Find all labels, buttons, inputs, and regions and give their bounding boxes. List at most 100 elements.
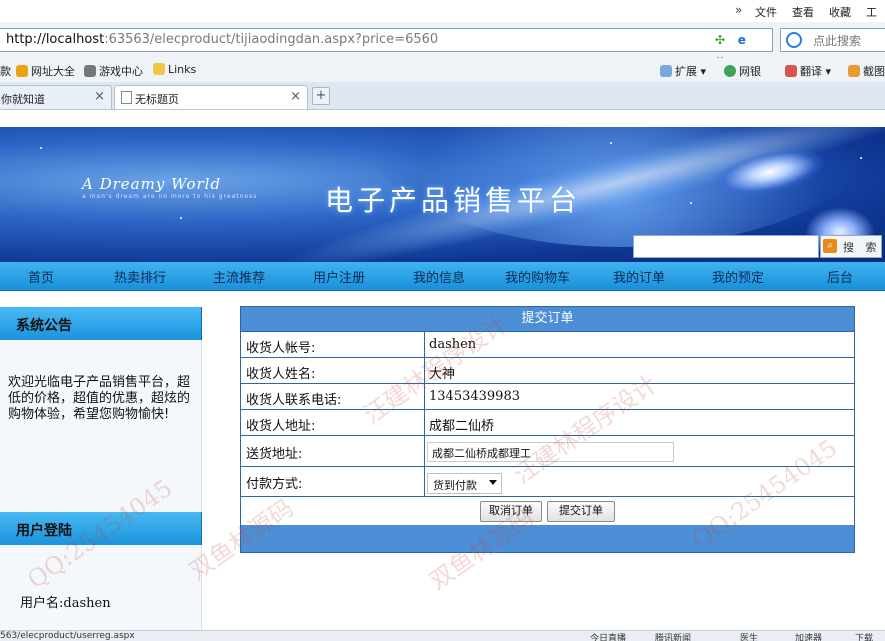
field-label: 付款方式: [246,477,303,492]
tab-untitled[interactable]: 无标题页 × [114,85,308,109]
new-tab-button[interactable]: + [312,87,330,105]
site-banner: A Dreamy World a man's dream are no more… [0,127,885,262]
close-icon[interactable]: × [94,89,105,104]
grid-icon [660,65,672,77]
nav-my-reservations[interactable]: 我的预定 [712,267,764,286]
toolbar-label: 扩展 [675,65,697,78]
field-value-name: 大神 [429,367,456,382]
search-icon [786,32,802,48]
toolbar-label: 网银 [739,65,761,78]
tab-baidu[interactable]: 你就知道 × [0,85,112,109]
notice-title: 系统公告 [16,318,72,334]
login-header: 用户登陆 [0,512,202,545]
field-value-account: dashen [429,337,477,352]
url-path: :63563/elecproduct/tijiaodingdan.aspx?pr… [104,32,439,47]
order-row: 收货人联系电话: 13453439983 [241,383,854,409]
toolbar-translate[interactable]: 翻译 ▾ [785,63,831,79]
field-label: 收货人帐号: [246,341,316,356]
tab-title: 你就知道 [1,93,45,106]
browser-menubar: » 文件 查看 收藏 工具 [0,0,885,35]
refresh-icon[interactable]: ✣ [712,32,728,48]
order-title: 提交订单 [241,307,854,331]
toolbar-bank[interactable]: 网银 [724,63,761,79]
fav-label: 网址大全 [31,65,75,78]
site-search-input[interactable] [633,235,819,258]
field-label: 收货人联系电话: [246,393,342,408]
delivery-address-value: 成都二仙桥成都理工 [432,447,531,460]
browser-search-input[interactable]: 点此搜索 [780,28,885,52]
fav-item-1[interactable]: 网址大全 [16,63,75,79]
submit-order-button[interactable]: 提交订单 [547,501,615,522]
menu-view[interactable]: 查看 [792,4,814,20]
search-placeholder: 点此搜索 [813,34,862,48]
fav-label: Links [168,63,197,76]
menu-file[interactable]: 文件 [755,4,777,20]
nav-recommend[interactable]: 主流推荐 [213,267,265,286]
tab-bar: 你就知道 × 无标题页 × [0,82,885,110]
field-value-address: 成都二仙桥 [429,419,495,434]
site-search-button[interactable]: ⌕ 搜 索 [820,235,882,258]
field-label: 收货人姓名: [246,367,316,382]
address-bar: http://localhost:63563/elecproduct/tijia… [0,22,885,63]
order-row: 付款方式: 货到付款 [241,466,854,497]
site-logo: A Dreamy World [82,175,222,193]
toolbar-extensions[interactable]: 扩展 ▾ [660,63,706,79]
chevron-down-icon [489,480,497,485]
menu-more-icon[interactable]: » [735,3,742,17]
toolbar-label: 截图 [863,65,885,78]
url-input[interactable]: http://localhost:63563/elecproduct/tijia… [0,28,773,63]
field-label: 送货地址: [246,447,303,462]
site-title: 电子产品销售平台 [325,184,582,217]
star [690,202,692,204]
fav-item-3[interactable]: Links [153,63,196,76]
order-row: 收货人姓名: 大神 [241,357,854,383]
status-bar: 563/elecproduct/userreg.aspx 今日直播 腾讯新闻 医… [0,630,885,641]
fav-label: 游戏中心 [99,65,143,78]
notice-header: 系统公告 [0,307,202,340]
star [610,142,612,144]
close-icon[interactable]: × [290,89,301,104]
login-username: 用户名:dashen [20,596,111,611]
page-icon [121,91,132,104]
search-icon: ⌕ [823,239,837,253]
site-logo-tagline: a man's dream are no more to his greatne… [82,193,258,200]
tab-title: 无标题页 [135,93,179,106]
ie-icon[interactable]: e [734,32,750,48]
notice-panel [0,340,202,512]
main-nav: 首页 热卖排行 主流推荐 用户注册 我的信息 我的购物车 我的订单 我的预定 后… [0,262,885,291]
scissors-icon [848,65,860,77]
nav-my-info[interactable]: 我的信息 [413,267,465,286]
order-row: 收货人帐号: dashen [241,331,854,357]
field-label: 收货人地址: [246,419,316,434]
menu-favorites[interactable]: 收藏 [829,4,851,20]
fav-item-0[interactable]: 款 [0,63,11,79]
toolbar-screenshot[interactable]: 截图 [848,63,885,79]
notice-text: 欢迎光临电子产品销售平台，超低的价格，超值的优惠，超炫的购物体验，希望您购物愉快… [8,375,191,422]
bank-icon [724,65,736,77]
order-row: 送货地址: 成都二仙桥成都理工 [241,435,854,466]
login-panel [0,545,202,630]
nav-register[interactable]: 用户注册 [313,267,365,286]
favorites-bar: 款 网址大全 游戏中心 Links 扩展 ▾ 网银 翻译 ▾ 截图 [0,58,885,83]
nav-admin[interactable]: 后台 [827,267,853,286]
star [180,217,182,219]
nav-my-cart[interactable]: 我的购物车 [505,267,570,286]
field-value-phone: 13453439983 [429,389,520,404]
star [40,147,42,149]
nav-home[interactable]: 首页 [28,267,54,286]
fav-item-2[interactable]: 游戏中心 [84,63,143,79]
site-search-label: 搜 索 [843,241,881,254]
cancel-order-button[interactable]: 取消订单 [480,501,542,522]
nav-my-orders[interactable]: 我的订单 [613,267,665,286]
url-host: http://localhost [6,32,105,47]
payment-method-value: 货到付款 [433,479,477,492]
nav-hot-ranking[interactable]: 热卖排行 [114,267,166,286]
globe-icon [16,65,28,77]
payment-method-select[interactable]: 货到付款 [427,473,502,494]
order-footer [241,525,854,552]
delivery-address-input[interactable]: 成都二仙桥成都理工 [427,442,674,462]
gamepad-icon [84,65,96,77]
order-row: 收货人地址: 成都二仙桥 [241,409,854,436]
order-form: 提交订单 收货人帐号: dashen 收货人姓名: 大神 收货人联系电话: 13… [240,306,855,553]
translate-icon [785,65,797,77]
